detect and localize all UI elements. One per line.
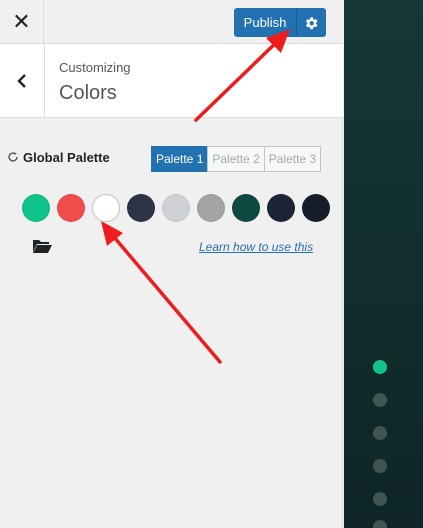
color-swatch[interactable] bbox=[22, 194, 50, 222]
breadcrumb: Customizing bbox=[59, 60, 131, 75]
color-swatch[interactable] bbox=[92, 194, 120, 222]
slider-dot[interactable] bbox=[373, 426, 387, 440]
site-preview bbox=[344, 0, 423, 528]
customizer-panel: ✕ Publish Customizing Colors Global Pale… bbox=[0, 0, 343, 528]
color-swatch[interactable] bbox=[127, 194, 155, 222]
folder-open-icon[interactable] bbox=[32, 238, 52, 254]
color-swatch[interactable] bbox=[57, 194, 85, 222]
tab-palette-1[interactable]: Palette 1 bbox=[151, 146, 209, 172]
global-palette-row: Global Palette Palette 1 Palette 2 Palet… bbox=[6, 146, 326, 172]
color-swatches bbox=[22, 194, 337, 222]
global-palette-label: Global Palette bbox=[23, 150, 110, 165]
close-button[interactable]: ✕ bbox=[0, 0, 44, 44]
slider-dot[interactable] bbox=[373, 360, 387, 374]
learn-how-link[interactable]: Learn how to use this bbox=[199, 240, 313, 254]
section-title: Colors bbox=[59, 82, 117, 104]
color-swatch[interactable] bbox=[197, 194, 225, 222]
back-button[interactable] bbox=[0, 44, 45, 118]
gear-icon bbox=[305, 16, 318, 29]
close-icon: ✕ bbox=[12, 9, 31, 34]
reset-icon[interactable] bbox=[6, 150, 20, 164]
slider-dot[interactable] bbox=[373, 459, 387, 473]
publish-group: Publish bbox=[234, 8, 326, 37]
color-swatch[interactable] bbox=[267, 194, 295, 222]
publish-settings-button[interactable] bbox=[296, 8, 326, 37]
customizer-header: ✕ Publish bbox=[0, 0, 343, 44]
publish-button[interactable]: Publish bbox=[234, 8, 296, 37]
slider-dot[interactable] bbox=[373, 520, 387, 528]
tab-palette-3[interactable]: Palette 3 bbox=[263, 146, 322, 172]
color-swatch[interactable] bbox=[162, 194, 190, 222]
color-swatch[interactable] bbox=[232, 194, 260, 222]
slider-dot[interactable] bbox=[373, 492, 387, 506]
slider-dot[interactable] bbox=[373, 393, 387, 407]
tab-palette-2[interactable]: Palette 2 bbox=[207, 146, 265, 172]
palette-tabs: Palette 1 Palette 2 Palette 3 bbox=[151, 146, 322, 172]
chevron-left-icon bbox=[17, 74, 26, 88]
color-swatch[interactable] bbox=[302, 194, 330, 222]
section-header: Customizing Colors bbox=[0, 44, 343, 118]
